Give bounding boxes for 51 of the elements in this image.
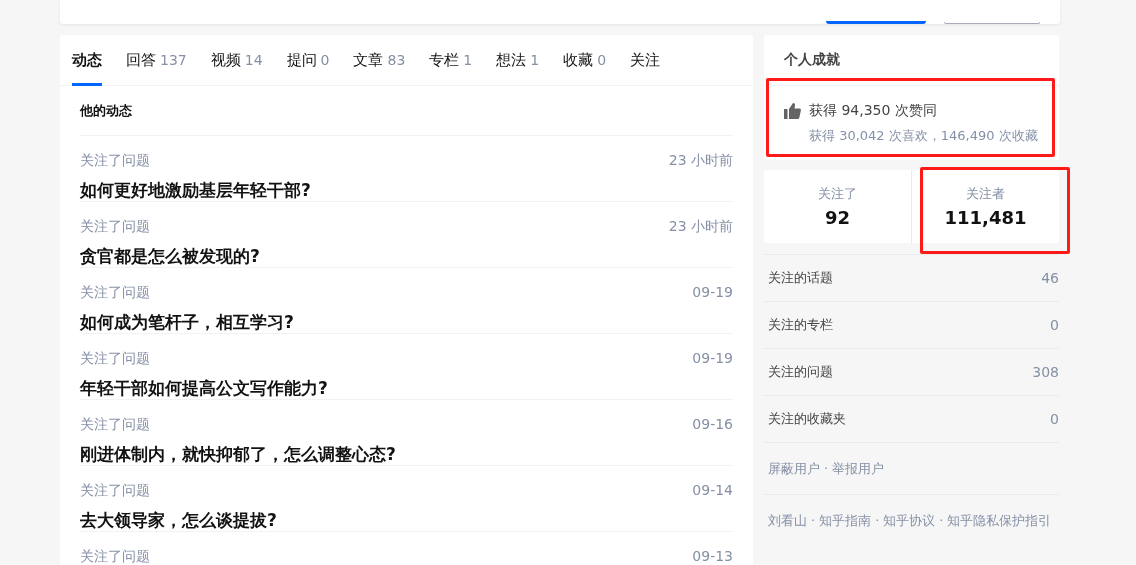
follow-list-count: 0 [1050, 411, 1059, 427]
follow-list-count: 0 [1050, 317, 1059, 333]
question-link[interactable]: 如何成为笔杆子，相互学习? [80, 311, 733, 334]
follow-list-count: 308 [1032, 364, 1059, 380]
follow-list-label[interactable]: 关注的话题 [768, 269, 833, 287]
activity-time: 23 小时前 [668, 152, 733, 170]
upvote-count: 获得 94,350 次赞同 [809, 102, 937, 120]
stat-value: 92 [824, 207, 851, 228]
profile-tab[interactable]: 文章 83 [353, 35, 406, 85]
separator-dot: · [875, 513, 880, 528]
profile-tab[interactable]: 动态 [72, 35, 102, 85]
separator-dot: · [939, 513, 944, 528]
stat-label: 关注者 [966, 185, 1005, 203]
achievements-heading: 个人成就 [764, 35, 1059, 86]
follow-list-label[interactable]: 关注的收藏夹 [768, 410, 846, 428]
activity-time: 09-19 [692, 350, 733, 368]
activity-time: 23 小时前 [668, 218, 733, 236]
question-link[interactable]: 刚进体制内，就快抑郁了，怎么调整心态? [80, 443, 733, 466]
activity-time: 09-16 [692, 416, 733, 434]
activity-label: 关注了问题 [80, 152, 150, 170]
likes-favorites-count: 获得 30,042 次喜欢，146,490 次收藏 [809, 127, 1039, 145]
separator-dot: · [824, 461, 829, 476]
activity-label: 关注了问题 [80, 482, 150, 500]
profile-tab[interactable]: 回答 137 [126, 35, 187, 85]
activity-time: 09-14 [692, 482, 733, 500]
question-link[interactable]: 去大领导家，怎么谈提拔? [80, 509, 733, 532]
header-button[interactable] [826, 21, 926, 24]
follow-list-count: 46 [1041, 270, 1059, 286]
feed-heading: 他的动态 [80, 86, 733, 136]
profile-tab[interactable]: 关注 [630, 35, 661, 85]
activity-label: 关注了问题 [80, 218, 150, 236]
activity-label: 关注了问题 [80, 284, 150, 302]
question-link[interactable]: 年轻干部如何提高公文写作能力? [80, 377, 733, 400]
follow-list-label[interactable]: 关注的专栏 [768, 316, 833, 334]
activity-time: 09-13 [692, 548, 733, 565]
profile-tab[interactable]: 专栏 1 [429, 35, 473, 85]
follow-list-label[interactable]: 关注的问题 [768, 363, 833, 381]
separator-dot: · [811, 513, 816, 528]
profile-tab[interactable]: 视频 14 [210, 35, 263, 85]
activity-time: 09-19 [692, 284, 733, 302]
question-link[interactable]: 贪官都是怎么被发现的? [80, 245, 733, 268]
question-link[interactable]: 如何更好地激励基层年轻干部? [80, 179, 733, 202]
stat-value: 111,481 [944, 207, 1027, 228]
profile-tab[interactable]: 想法 1 [496, 35, 540, 85]
profile-tab[interactable]: 提问 0 [286, 35, 330, 85]
activity-label: 关注了问题 [80, 350, 150, 368]
stat-label: 关注了 [818, 185, 857, 203]
profile-tab[interactable]: 收藏 0 [563, 35, 607, 85]
activity-label: 关注了问题 [80, 416, 150, 434]
thumbs-up-icon [784, 103, 801, 119]
activity-label: 关注了问题 [80, 548, 150, 565]
